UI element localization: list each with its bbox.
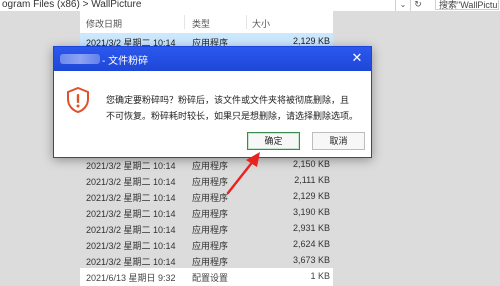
file-type: 应用程序 <box>192 209 229 219</box>
column-header-size[interactable]: 大小 <box>252 17 270 30</box>
file-size: 3,190 KB <box>292 207 330 217</box>
file-type: 应用程序 <box>192 161 229 171</box>
file-date: 2021/3/2 星期二 10:14 <box>86 209 176 219</box>
file-type: 应用程序 <box>192 241 229 251</box>
dialog-title: - 文件粉碎 <box>102 56 149 67</box>
dialog-message: 您确定要粉碎吗？粉碎后，该文件或文件夹将被彻底删除，且 不可恢复。粉碎耗时较长，… <box>106 92 364 124</box>
message-line: 您确定要粉碎吗？粉碎后，该文件或文件夹将被彻底删除，且 <box>106 95 350 105</box>
address-path[interactable]: ogram Files (x86) > WallPicture <box>2 0 141 10</box>
close-icon[interactable]: ✕ <box>349 50 365 66</box>
file-size: 2,129 KB <box>292 36 330 46</box>
search-input[interactable]: 搜索"WallPicture" <box>435 0 499 10</box>
file-date: 2021/3/2 星期二 10:14 <box>86 177 176 187</box>
file-size: 2,931 KB <box>292 223 330 233</box>
dialog-titlebar[interactable]: - 文件粉碎 ✕ <box>54 47 371 71</box>
file-size: 2,624 KB <box>292 239 330 249</box>
file-type: 应用程序 <box>192 177 229 187</box>
confirm-button[interactable]: 确定 <box>247 132 300 150</box>
file-type: 应用程序 <box>192 225 229 235</box>
shred-confirm-dialog: - 文件粉碎 ✕ 您确定要粉碎吗？粉碎后，该文件或文件夹将被彻底删除，且 不可恢… <box>53 46 372 158</box>
file-size: 1 KB <box>310 271 330 281</box>
column-divider[interactable] <box>184 15 185 29</box>
file-size: 2,150 KB <box>292 159 330 169</box>
refresh-icon[interactable]: ↻ <box>412 0 424 10</box>
file-date: 2021/3/2 星期二 10:14 <box>86 225 176 235</box>
blurred-app-name <box>60 54 100 64</box>
file-type: 应用程序 <box>192 193 229 203</box>
file-type: 配置设置 <box>192 273 229 283</box>
file-date: 2021/6/13 星期日 9:32 <box>86 273 176 283</box>
file-size: 2,111 KB <box>294 175 330 185</box>
file-date: 2021/3/2 星期二 10:14 <box>86 161 176 171</box>
file-date: 2021/3/2 星期二 10:14 <box>86 257 176 267</box>
file-size: 2,129 KB <box>292 191 330 201</box>
file-date: 2021/3/2 星期二 10:14 <box>86 241 176 251</box>
column-header-row: 修改日期 类型 大小 <box>80 11 333 33</box>
file-size: 3,673 KB <box>292 255 330 265</box>
cancel-button[interactable]: 取消 <box>312 132 365 150</box>
file-date: 2021/3/2 星期二 10:14 <box>86 193 176 203</box>
column-header-date[interactable]: 修改日期 <box>86 17 122 30</box>
message-line: 不可恢复。粉碎耗时较长，如果只是想删除，请选择删除选项。 <box>106 111 359 121</box>
warning-shield-icon <box>67 87 89 113</box>
table-row[interactable]: 2021/6/13 星期日 9:32 配置设置 1 KB <box>80 268 333 286</box>
column-divider[interactable] <box>246 15 247 29</box>
column-header-type[interactable]: 类型 <box>192 17 210 30</box>
file-type: 应用程序 <box>192 257 229 267</box>
